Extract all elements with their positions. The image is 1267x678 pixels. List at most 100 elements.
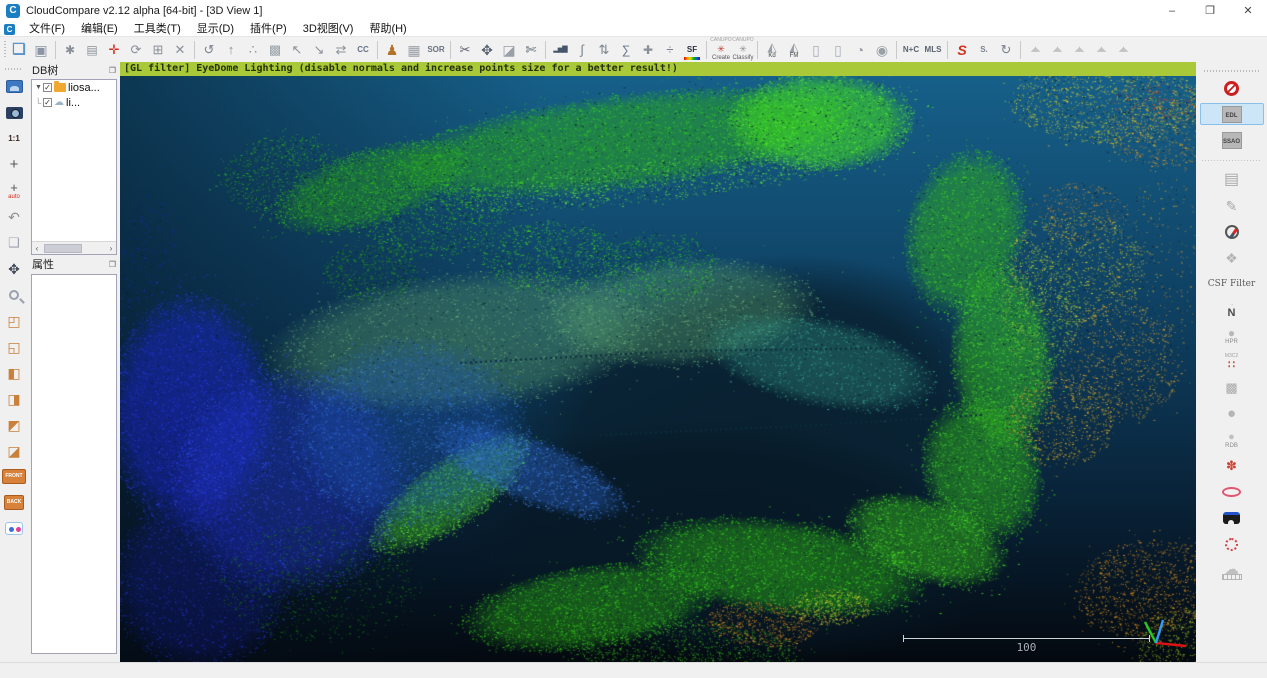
resample-checker-icon[interactable]: ▦ <box>403 38 425 62</box>
float-dock-icon[interactable]: ❐ <box>109 260 116 269</box>
sor-filter-icon[interactable]: SOR <box>425 38 447 62</box>
cork-gear-icon[interactable]: ✽ <box>1200 455 1264 477</box>
scroll-left-arrow[interactable]: ‹ <box>32 244 42 253</box>
visibility-checkbox[interactable]: ✓ <box>43 83 52 92</box>
sf-statistics-icon[interactable]: ∑ <box>615 38 637 62</box>
set-pivot-center-icon[interactable]: + <box>2 153 26 176</box>
point-picking-icon[interactable]: ✛ <box>103 38 125 62</box>
point-cloud-render[interactable] <box>120 62 1196 662</box>
rotate-view-arrow-icon[interactable]: ↶ <box>2 205 26 228</box>
register-align-icon[interactable]: ↘ <box>308 38 330 62</box>
sf-color-scale-icon[interactable]: SF <box>681 38 703 62</box>
visibility-checkbox[interactable]: ✓ <box>43 98 52 107</box>
pan-mode-icon[interactable]: ✥ <box>2 257 26 280</box>
view-right-icon[interactable]: ◨ <box>2 387 26 410</box>
add-sf-icon[interactable]: ✚ <box>637 38 659 62</box>
file-export-icon-2[interactable]: ▯ <box>827 38 849 62</box>
expander-icon[interactable]: ▼ <box>35 84 43 91</box>
noise-filter-icon[interactable]: ▩ <box>264 38 286 62</box>
csf-filter-label[interactable]: CSF Filter <box>1200 273 1264 295</box>
vr-headset-icon[interactable] <box>1200 507 1264 529</box>
mesh-sphere-icon[interactable]: ● <box>1200 403 1264 425</box>
terrain-plugin-icon-1[interactable]: ◢◣ <box>1024 38 1046 62</box>
cross-section-icon[interactable]: ◪ <box>498 38 520 62</box>
circle-dots-icon[interactable] <box>1200 533 1264 555</box>
scroll-thumb[interactable] <box>44 244 82 253</box>
menu-item[interactable]: 工具类(T) <box>126 22 189 36</box>
view-bottom-icon[interactable]: ◱ <box>2 335 26 358</box>
horizontal-scrollbar[interactable]: ‹ › <box>32 241 116 254</box>
menu-item[interactable]: 3D视图(V) <box>295 22 362 36</box>
cloud-cloud-distance-icon[interactable]: CC <box>352 38 374 62</box>
rdb-plugin-icon[interactable]: ● RDB <box>1200 429 1264 451</box>
segment-scissors-icon[interactable]: ✂ <box>454 38 476 62</box>
wire-sphere-icon[interactable]: ◉ <box>871 38 893 62</box>
sf-arithmetic-icon[interactable]: ÷ <box>659 38 681 62</box>
float-dock-icon[interactable]: ❐ <box>109 66 116 75</box>
clone-icon[interactable]: ⟳ <box>125 38 147 62</box>
close-button[interactable]: ✕ <box>1229 0 1267 22</box>
menu-item[interactable]: 帮助(H) <box>361 22 414 36</box>
page-rotate-icon[interactable]: ↻ <box>995 38 1017 62</box>
document-icon[interactable]: C <box>4 24 15 35</box>
stereo-mode-icon[interactable] <box>2 517 26 540</box>
restore-button[interactable]: ❐ <box>1191 0 1229 22</box>
canupo-create-icon[interactable]: CANUPO ✳ Create <box>710 38 732 62</box>
mls-icon[interactable]: MLS <box>922 38 944 62</box>
save-icon[interactable]: ▣ <box>30 38 52 62</box>
rasterize-icon[interactable]: ♟ <box>381 38 403 62</box>
fine-registration-icon[interactable]: ⇄ <box>330 38 352 62</box>
kd-tree-icon[interactable]: ◭ Kd <box>761 38 783 62</box>
curve-fit-icon[interactable]: ∫ <box>571 38 593 62</box>
terrain-plugin-icon-5[interactable]: ◢◣ <box>1112 38 1134 62</box>
normals-nc-icon[interactable]: N+C <box>900 38 922 62</box>
view-front-icon[interactable]: ◩ <box>2 413 26 436</box>
tree-item[interactable]: ▼ ✓ liosa... <box>32 80 116 95</box>
view-left-icon[interactable]: ◧ <box>2 361 26 384</box>
edl-filter-button[interactable]: EDL <box>1200 103 1264 125</box>
pick-several-points-icon[interactable]: ✄ <box>520 38 542 62</box>
ransac-plugin-icon[interactable]: ▩ <box>1200 377 1264 399</box>
spline-dots-icon[interactable]: S. <box>973 38 995 62</box>
iso-front-box-icon[interactable]: FRONT <box>2 465 26 488</box>
view-back-icon[interactable]: ◪ <box>2 439 26 462</box>
auto-pick-center-icon[interactable]: + auto <box>2 179 26 202</box>
screenshot-camera-icon[interactable] <box>2 101 26 124</box>
refresh-display-icon[interactable] <box>2 75 26 98</box>
pie-facets-icon[interactable]: ◔ <box>849 38 871 62</box>
terrain-plugin-icon-2[interactable]: ◢◣ <box>1046 38 1068 62</box>
canupo-classify-icon[interactable]: CANUPO ✳ Classify <box>732 38 754 62</box>
subsample-icon[interactable]: ∴ <box>242 38 264 62</box>
menu-item[interactable]: 显示(D) <box>189 22 242 36</box>
terrain-plugin-icon-4[interactable]: ◢◣ <box>1090 38 1112 62</box>
terrain-plugin-icon-3[interactable]: ◢◣ <box>1068 38 1090 62</box>
spline-red-icon[interactable]: S <box>951 38 973 62</box>
pcv-cloud-ruler-icon[interactable]: ☁ <box>1200 559 1264 581</box>
ssao-filter-button[interactable]: SSAO <box>1200 129 1264 151</box>
clean-broom-icon[interactable]: ✎ <box>1200 195 1264 217</box>
menu-item[interactable]: 文件(F) <box>21 22 73 36</box>
red-ellipse-icon[interactable] <box>1200 481 1264 503</box>
global-shift-icon[interactable]: ✱ <box>59 38 81 62</box>
perspective-cube-icon[interactable]: ❑ <box>2 231 26 254</box>
shield-plugin-icon[interactable]: ❖ <box>1200 247 1264 269</box>
compass-plugin-icon[interactable] <box>1200 221 1264 243</box>
merge-icon[interactable]: ⊞ <box>147 38 169 62</box>
gl-viewport[interactable]: [GL filter] EyeDome Lighting (disable no… <box>120 62 1196 662</box>
normals-arrow-icon[interactable]: → N <box>1200 299 1264 321</box>
convert-to-sf-icon[interactable]: ⇅ <box>593 38 615 62</box>
zoom-magnifier-icon[interactable] <box>2 283 26 306</box>
disable-gl-filter-icon[interactable] <box>1200 77 1264 99</box>
apply-transformation-icon[interactable]: ▤ <box>81 38 103 62</box>
register-pick-pairs-icon[interactable]: ↖ <box>286 38 308 62</box>
iso-back-box-icon[interactable]: BACK <box>2 491 26 514</box>
fm-icon[interactable]: ◭ FM <box>783 38 805 62</box>
animation-plugin-icon[interactable]: ▤ <box>1200 169 1264 191</box>
zoom-1-1-icon[interactable]: 1:1 <box>2 127 26 150</box>
menu-item[interactable]: 编辑(E) <box>73 22 126 36</box>
view-top-icon[interactable]: ◰ <box>2 309 26 332</box>
tree-item[interactable]: └ ✓ ☁ li... <box>32 95 116 110</box>
trace-polyline-icon[interactable]: ↺ <box>198 38 220 62</box>
minimize-button[interactable]: – <box>1153 0 1191 22</box>
menu-item[interactable]: 插件(P) <box>242 22 295 36</box>
